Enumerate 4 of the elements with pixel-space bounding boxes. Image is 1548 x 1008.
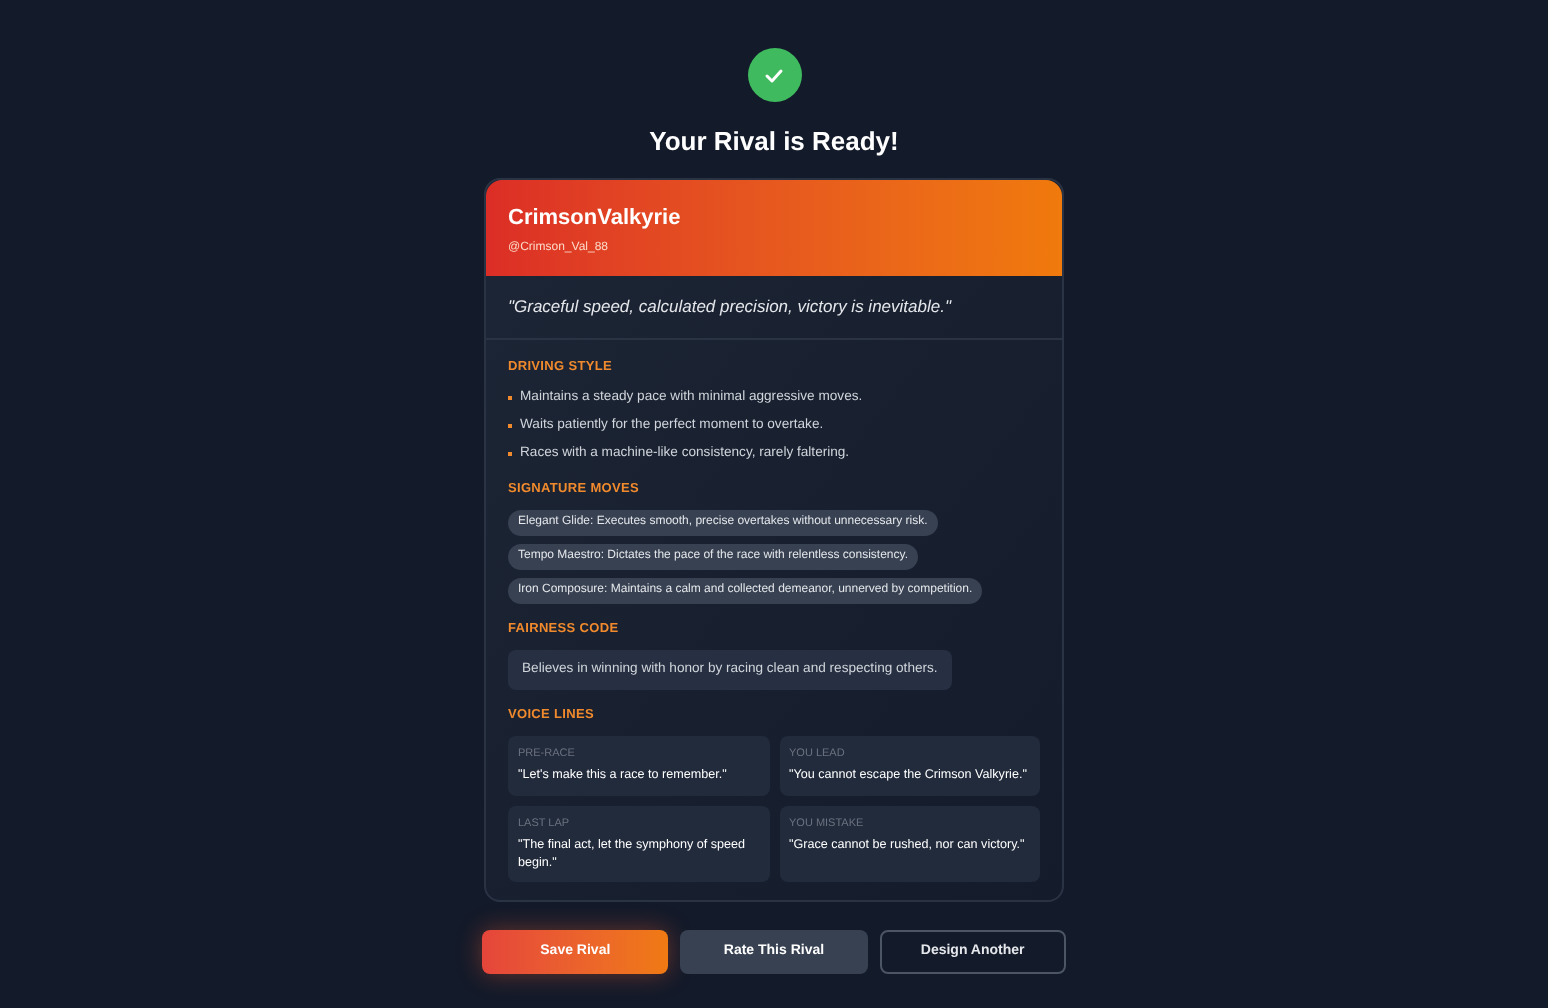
- page-heading: Your Rival is Ready!: [649, 124, 899, 160]
- rival-quote: "Graceful speed, calculated precision, victory is inevitable.": [508, 294, 954, 320]
- success-check-icon: [747, 48, 801, 102]
- rival-name: CrimsonValkyrie: [508, 203, 683, 233]
